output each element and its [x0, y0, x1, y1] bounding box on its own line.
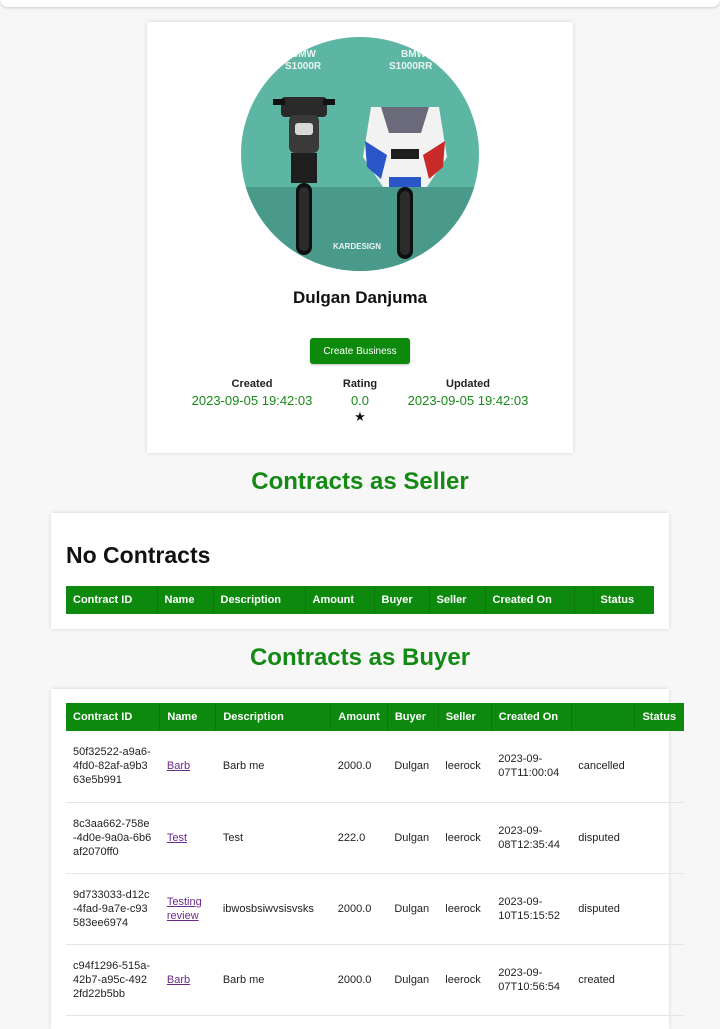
col-contract-id[interactable]: Contract ID: [66, 586, 158, 614]
cell-amount: 222.0: [330, 802, 388, 874]
cell-created-on: 2023-09-07T10:56:54: [491, 944, 572, 1016]
cell-contract-id: 8c3aa662-758e-4d0e-9a0a-6b6af2070ff0: [66, 802, 160, 874]
contract-name-link[interactable]: Barb: [167, 760, 190, 772]
cell-buyer: Dulgan: [387, 802, 439, 874]
col-status[interactable]: Status: [634, 703, 684, 731]
cell-created-on: 2023-09-07T11:00:04: [491, 731, 572, 803]
stat-updated-label: Updated: [446, 378, 490, 390]
seller-contracts-table: Contract ID Name Description Amount Buye…: [66, 586, 654, 614]
buyer-contracts-table: Contract ID Name Description Amount Buye…: [66, 703, 684, 1016]
col-contract-id[interactable]: Contract ID: [66, 703, 161, 731]
seller-contracts-card: No Contracts Contract ID Name Descriptio…: [51, 513, 669, 629]
cell-seller: leerock: [438, 731, 492, 803]
cell-amount: 2000.0: [330, 944, 388, 1016]
svg-text:KARDESIGN: KARDESIGN: [333, 242, 381, 251]
cell-name: Testing review: [159, 873, 216, 945]
buyer-contracts-card: Contract ID Name Description Amount Buye…: [51, 689, 684, 1029]
col-description[interactable]: Description: [215, 703, 332, 731]
profile-avatar: BMW S1000R BMW S1000RR KARDESIGN: [241, 37, 479, 271]
avatar-image: BMW S1000R BMW S1000RR KARDESIGN: [241, 37, 479, 271]
cell-seller: leerock: [438, 944, 492, 1016]
cell-status: disputed: [571, 873, 684, 945]
seller-section-title: Contracts as Seller: [251, 468, 469, 495]
profile-card: BMW S1000R BMW S1000RR KARDESIGN Dulgan …: [147, 22, 573, 453]
contract-name-link[interactable]: Barb: [167, 974, 190, 986]
cell-status: created: [571, 944, 684, 1016]
table-row: c94f1296-515a-42b7-a95c-4922fd22b5bb Bar…: [66, 944, 684, 1016]
cell-description: Test: [215, 802, 331, 874]
cell-contract-id: c94f1296-515a-42b7-a95c-4922fd22b5bb: [66, 944, 160, 1016]
col-created-on[interactable]: Created On: [491, 703, 572, 731]
col-buyer[interactable]: Buyer: [387, 703, 439, 731]
cell-contract-id: 9d733033-d12c-4fad-9a7e-c93583ee6974: [66, 873, 160, 945]
svg-text:BMW: BMW: [401, 49, 427, 60]
cell-name: Barb: [159, 731, 216, 803]
cell-name: Barb: [159, 944, 216, 1016]
seller-table-header: Contract ID Name Description Amount Buye…: [66, 586, 654, 614]
col-status[interactable]: Status: [593, 586, 654, 614]
col-name[interactable]: Name: [157, 586, 214, 614]
contract-name-link[interactable]: Test: [167, 832, 187, 844]
col-seller[interactable]: Seller: [429, 586, 486, 614]
stat-rating-value: 0.0: [350, 393, 370, 408]
cell-buyer: Dulgan: [387, 944, 439, 1016]
profile-name: Dulgan Danjuma: [292, 288, 428, 307]
cell-amount: 2000.0: [330, 731, 388, 803]
table-row: 50f32522-a9a6-4fd0-82af-a9b363e5b991 Bar…: [66, 731, 684, 803]
svg-text:BMW: BMW: [291, 49, 317, 60]
contract-name-link[interactable]: Testing review: [167, 896, 202, 922]
cell-buyer: Dulgan: [387, 873, 439, 945]
cell-buyer: Dulgan: [387, 731, 439, 803]
table-row: 9d733033-d12c-4fad-9a7e-c93583ee6974 Tes…: [66, 873, 684, 945]
table-row: 8c3aa662-758e-4d0e-9a0a-6b6af2070ff0 Tes…: [66, 802, 684, 874]
stat-updated-value: 2023-09-05 19:42:03: [407, 393, 529, 408]
buyer-section-title: Contracts as Buyer: [249, 644, 471, 671]
top-navbar: [0, 0, 720, 7]
no-contracts-heading: No Contracts: [66, 542, 211, 568]
col-amount[interactable]: Amount: [305, 586, 375, 614]
rating-star-icon: ★: [354, 409, 366, 424]
col-blank: [574, 586, 594, 614]
buyer-table-header: Contract ID Name Description Amount Buye…: [66, 703, 684, 731]
cell-status: disputed: [571, 802, 684, 874]
cell-status: cancelled: [571, 731, 684, 803]
cell-name: Test: [159, 802, 216, 874]
cell-created-on: 2023-09-08T12:35:44: [491, 802, 572, 874]
cell-created-on: 2023-09-10T15:15:52: [491, 873, 572, 945]
stat-rating-label: Rating: [342, 378, 378, 390]
cell-seller: leerock: [438, 802, 492, 874]
create-business-button[interactable]: Create Business: [310, 338, 410, 364]
col-description[interactable]: Description: [213, 586, 306, 614]
col-blank: [571, 703, 636, 731]
stat-updated: Updated 2023-09-05 19:42:03: [398, 378, 538, 408]
col-amount[interactable]: Amount: [330, 703, 388, 731]
col-seller[interactable]: Seller: [438, 703, 492, 731]
cell-contract-id: 50f32522-a9a6-4fd0-82af-a9b363e5b991: [66, 731, 160, 803]
stat-rating: Rating 0.0 ★: [325, 378, 395, 425]
col-name[interactable]: Name: [159, 703, 217, 731]
cell-description: Barb me: [215, 944, 331, 1016]
svg-text:S1000R: S1000R: [285, 61, 322, 72]
stat-created: Created 2023-09-05 19:42:03: [182, 378, 322, 408]
cell-seller: leerock: [438, 873, 492, 945]
cell-description: ibwosbsiwvsisvsks: [215, 873, 331, 945]
col-created-on[interactable]: Created On: [485, 586, 575, 614]
svg-text:S1000RR: S1000RR: [389, 61, 433, 72]
cell-amount: 2000.0: [330, 873, 388, 945]
cell-description: Barb me: [215, 731, 331, 803]
stat-created-label: Created: [231, 378, 273, 390]
col-buyer[interactable]: Buyer: [374, 586, 430, 614]
stat-created-value: 2023-09-05 19:42:03: [191, 393, 313, 408]
